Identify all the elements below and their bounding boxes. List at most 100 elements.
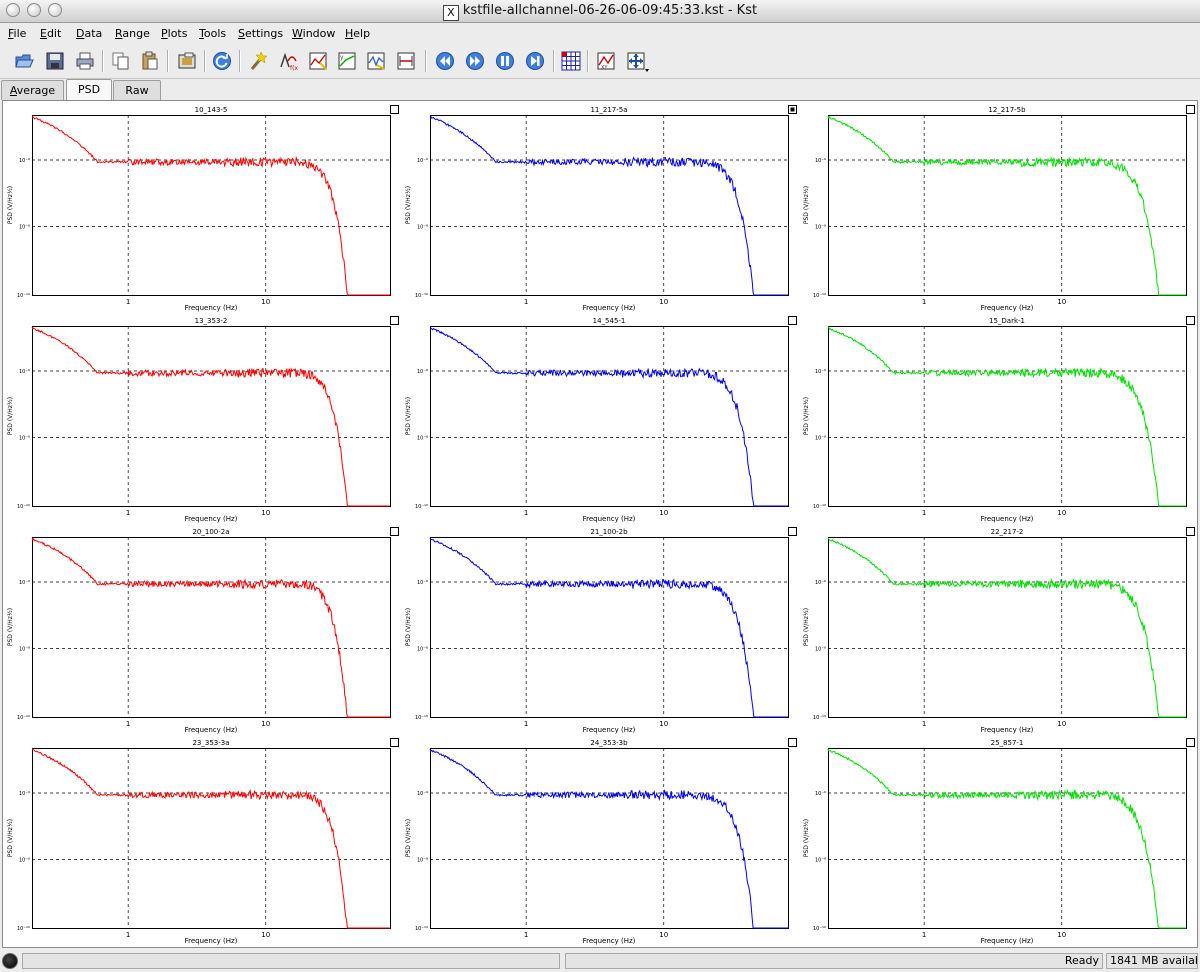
- paste-button[interactable]: [137, 48, 163, 74]
- y-axis-label: PSD (V/Hz½): [803, 819, 810, 857]
- x-tick-label: 10: [1057, 931, 1066, 939]
- plot-title: 25_857-1: [991, 739, 1024, 747]
- menu-help[interactable]: Help: [345, 27, 370, 40]
- menu-edit[interactable]: Edit: [40, 27, 61, 40]
- window-title: Xkstfile-allchannel-06-26-06-09:45:33.ks…: [0, 3, 1200, 21]
- x-tick-label: 10: [1057, 298, 1066, 306]
- new-plot-button[interactable]: [305, 48, 331, 74]
- y-tick-label: 10⁻¹⁰: [813, 926, 826, 932]
- x-tick-label: 10: [1057, 509, 1066, 517]
- plot-select-checkbox[interactable]: [390, 527, 399, 536]
- x-tick-label: 1: [922, 720, 926, 728]
- x-tick-label: 1: [126, 509, 130, 517]
- plot-select-checkbox[interactable]: [1186, 105, 1195, 114]
- psd-plot[interactable]: 13_353-2 1 10 10⁻⁶ 10⁻⁸ 10⁻¹⁰ Frequency (Hz) PS…: [4, 313, 400, 523]
- plot-frame: [430, 326, 789, 507]
- psd-plot[interactable]: 15_Dark-1 1 10 10⁻⁶ 10⁻⁸ 10⁻¹⁰ Frequency (Hz) P…: [800, 313, 1196, 523]
- psd-plot[interactable]: 24_353-3b 1 10 10⁻⁶ 10⁻⁸ 10⁻¹⁰ Frequency (Hz) P…: [402, 735, 798, 945]
- plot-canvas: 22_217-2 1 10 10⁻⁶ 10⁻⁸ 10⁻¹⁰ Frequency (Hz) PS…: [803, 527, 1195, 734]
- plot-frame: [32, 748, 391, 929]
- equation-button[interactable]: f(x): [275, 48, 301, 74]
- y-axis-label: PSD (V/Hz½): [405, 186, 412, 224]
- x-tick-label: 10: [659, 509, 668, 517]
- plot-select-mark: [790, 107, 795, 112]
- x-tick-label: 1: [126, 720, 130, 728]
- menu-settings[interactable]: Settings: [238, 27, 283, 40]
- plot-select-checkbox[interactable]: [788, 316, 797, 325]
- x11-icon: X: [442, 5, 459, 21]
- tab-average[interactable]: Average: [1, 80, 64, 100]
- fit-button[interactable]: y: [334, 48, 360, 74]
- back-button[interactable]: [432, 48, 458, 74]
- end-button[interactable]: [522, 48, 548, 74]
- x-axis-label: Frequency (Hz): [185, 726, 238, 734]
- psd-plot[interactable]: 11_217-5a 1 10 10⁻⁶ 10⁻⁸ 10⁻¹⁰ Frequency (Hz) P…: [402, 102, 798, 312]
- layout-grid-button[interactable]: [558, 48, 584, 74]
- memory-field: 1841 MB availab: [1106, 953, 1198, 969]
- menu-range[interactable]: Range: [115, 27, 150, 40]
- menu-file[interactable]: File: [8, 27, 26, 40]
- plot-workspace[interactable]: 10_143-5 1 10 10⁻⁶ 10⁻⁸ 10⁻¹⁰ Frequency (Hz) PS…: [2, 100, 1198, 948]
- open-button[interactable]: [11, 48, 37, 74]
- psd-plot[interactable]: 14_545-1 1 10 10⁻⁶ 10⁻⁸ 10⁻¹⁰ Frequency (Hz) PS…: [402, 313, 798, 523]
- menu-data[interactable]: Data: [76, 27, 102, 40]
- x-tick-label: 10: [659, 298, 668, 306]
- plot-canvas: 24_353-3b 1 10 10⁻⁶ 10⁻⁸ 10⁻¹⁰ Frequency (Hz) P…: [405, 738, 797, 945]
- plot-select-checkbox[interactable]: [1186, 316, 1195, 325]
- zoom-dropdown-button[interactable]: [623, 48, 649, 74]
- status-progress-field: [22, 953, 560, 969]
- plot-select-checkbox[interactable]: [390, 738, 399, 747]
- x-axis-label: Frequency (Hz): [185, 304, 238, 312]
- plot-canvas: 15_Dark-1 1 10 10⁻⁶ 10⁻⁸ 10⁻¹⁰ Frequency (Hz) P…: [803, 316, 1195, 523]
- print-button[interactable]: [72, 48, 98, 74]
- psd-plot[interactable]: 12_217-5b 1 10 10⁻⁶ 10⁻⁸ 10⁻¹⁰ Frequency (Hz) P…: [800, 102, 1196, 312]
- forward-button[interactable]: [462, 48, 488, 74]
- tab-raw[interactable]: Raw: [113, 80, 161, 100]
- menu-tools[interactable]: Tools: [199, 27, 226, 40]
- reload-button[interactable]: [209, 48, 235, 74]
- psd-plot[interactable]: 10_143-5 1 10 10⁻⁶ 10⁻⁸ 10⁻¹⁰ Frequency (Hz) PS…: [4, 102, 400, 312]
- psd-plot[interactable]: 21_100-2b 1 10 10⁻⁶ 10⁻⁸ 10⁻¹⁰ Frequency (Hz) P…: [402, 524, 798, 734]
- svg-text:y: y: [340, 54, 344, 61]
- zoom-xy-button[interactable]: XY: [593, 48, 619, 74]
- copy-button[interactable]: [108, 48, 134, 74]
- menu-plots[interactable]: Plots: [161, 27, 187, 40]
- plot-frame: [828, 326, 1187, 507]
- plot-frame: [828, 115, 1187, 296]
- y-tick-label: 10⁻⁶: [19, 580, 30, 586]
- end-icon: [526, 52, 544, 70]
- plot-canvas: 21_100-2b 1 10 10⁻⁶ 10⁻⁸ 10⁻¹⁰ Frequency (Hz) P…: [405, 527, 797, 734]
- equation-icon: f(x): [280, 52, 298, 71]
- psd-plot[interactable]: 22_217-2 1 10 10⁻⁶ 10⁻⁸ 10⁻¹⁰ Frequency (Hz) PS…: [800, 524, 1196, 734]
- y-tick-label: 10⁻¹⁰: [17, 504, 30, 510]
- plot-select-checkbox[interactable]: [788, 527, 797, 536]
- x-tick-label: 1: [922, 298, 926, 306]
- x-axis-label: Frequency (Hz): [981, 515, 1034, 523]
- print-icon: [76, 52, 94, 70]
- plot-select-checkbox[interactable]: [1186, 527, 1195, 536]
- tab-psd[interactable]: PSD: [66, 79, 112, 101]
- range-button[interactable]: [393, 48, 419, 74]
- psd-plot[interactable]: 23_353-3a 1 10 10⁻⁶ 10⁻⁸ 10⁻¹⁰ Frequency (Hz) P…: [4, 735, 400, 945]
- y-axis-label: PSD (V/Hz½): [7, 186, 14, 224]
- x-tick-label: 1: [524, 720, 528, 728]
- y-tick-label: 10⁻¹⁰: [17, 293, 30, 299]
- plot-select-checkbox[interactable]: [788, 738, 797, 747]
- psd-plot[interactable]: 20_100-2a 1 10 10⁻⁶ 10⁻⁸ 10⁻¹⁰ Frequency (Hz) P…: [4, 524, 400, 734]
- plot-select-checkbox[interactable]: [390, 316, 399, 325]
- plot-select-checkbox[interactable]: [390, 105, 399, 114]
- status-text: Ready: [1064, 954, 1099, 967]
- plot-frame: [430, 748, 789, 929]
- x-axis-label: Frequency (Hz): [185, 515, 238, 523]
- data-wizard-button[interactable]: [245, 48, 271, 74]
- y-tick-label: 10⁻⁸: [19, 858, 30, 864]
- export-image-button[interactable]: [174, 48, 200, 74]
- filter-button[interactable]: [363, 48, 389, 74]
- svg-text:f(x): f(x): [290, 65, 298, 71]
- psd-plot[interactable]: 25_857-1 1 10 10⁻⁶ 10⁻⁸ 10⁻¹⁰ Frequency (Hz) PS…: [800, 735, 1196, 945]
- menu-window[interactable]: Window: [292, 27, 335, 40]
- y-tick-label: 10⁻¹⁰: [415, 293, 428, 299]
- plot-select-checkbox[interactable]: [1186, 738, 1195, 747]
- pause-button[interactable]: [492, 48, 518, 74]
- save-button[interactable]: [42, 48, 68, 74]
